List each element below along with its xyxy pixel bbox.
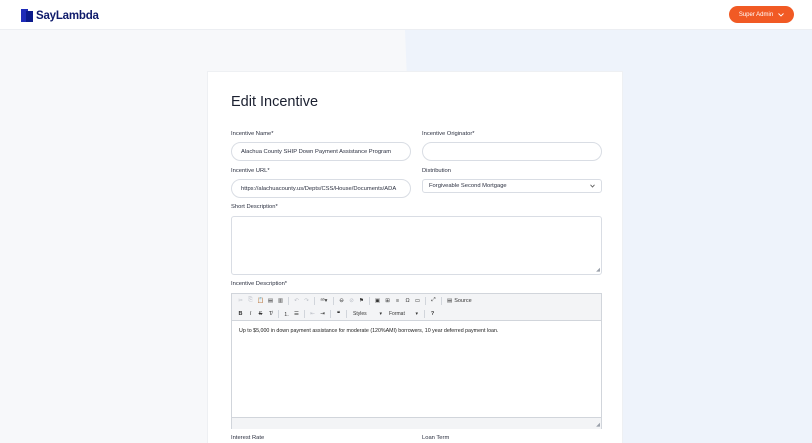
top-navigation-bar: SayLambda Super Admin (0, 0, 812, 30)
maximize-icon[interactable]: ⤢ (429, 296, 438, 305)
bullet-list-icon[interactable]: ☰ (292, 309, 301, 318)
source-label: Source (454, 297, 472, 304)
short-description-textarea[interactable]: ◢ (231, 216, 602, 275)
link-icon[interactable]: ⊖ (337, 296, 346, 305)
redo-icon[interactable]: ↷ (302, 296, 311, 305)
editor-content-area[interactable]: Up to $5,000 in down payment assistance … (232, 321, 601, 417)
toolbar-separator (333, 296, 334, 305)
toolbar-separator (424, 309, 425, 318)
toolbar-separator (330, 309, 331, 318)
toolbar-separator (441, 296, 442, 305)
rich-text-editor: ✂ ⎘ 📋 ▤ ▥ ↶ ↷ ᵃᵇ▾ ⊖ ⊘ ⚑ ▣ ⊞ ≡ Ω ▭ ⤢ ▤ So… (231, 293, 602, 429)
paste-word-icon[interactable]: ▥ (276, 296, 285, 305)
select-arrow-icon (590, 184, 595, 188)
format-dropdown[interactable]: Format ▾ (386, 309, 421, 318)
toolbar-separator (278, 309, 279, 318)
chevron-down-icon (778, 12, 784, 17)
format-label: Format (389, 310, 405, 317)
source-button[interactable]: ▤ Source (447, 298, 472, 304)
super-admin-menu-button[interactable]: Super Admin (729, 6, 794, 23)
incentive-name-label: Incentive Name* (231, 131, 274, 137)
distribution-select[interactable]: Forgiveable Second Mortgage (422, 179, 602, 193)
dropdown-arrow-icon: ▾ (415, 310, 418, 317)
loan-term-label: Loan Term (422, 435, 450, 441)
outdent-icon[interactable]: ⇤ (308, 309, 317, 318)
incentive-name-input[interactable]: Alachua County SHIP Down Payment Assista… (231, 142, 411, 161)
strike-icon[interactable]: S (256, 309, 265, 318)
horizontal-rule-icon[interactable]: ≡ (393, 296, 402, 305)
incentive-url-value: https://alachuacounty.us/Depts/CSS/House… (241, 185, 397, 192)
toolbar-separator (304, 309, 305, 318)
toolbar-separator (346, 309, 347, 318)
description-text: Up to $5,000 in down payment assistance … (239, 328, 499, 334)
edit-incentive-card: Edit Incentive Incentive Name* Alachua C… (207, 71, 623, 443)
image-icon[interactable]: ▣ (373, 296, 382, 305)
toolbar-separator (314, 296, 315, 305)
unlink-icon[interactable]: ⊘ (347, 296, 356, 305)
toolbar-separator (425, 296, 426, 305)
toolbar-separator (288, 296, 289, 305)
distribution-label: Distribution (422, 168, 451, 174)
editor-toolbar: ✂ ⎘ 📋 ▤ ▥ ↶ ↷ ᵃᵇ▾ ⊖ ⊘ ⚑ ▣ ⊞ ≡ Ω ▭ ⤢ ▤ So… (232, 294, 601, 321)
incentive-originator-input[interactable] (422, 142, 602, 161)
source-icon: ▤ (447, 297, 453, 304)
special-char-icon[interactable]: Ω (403, 296, 412, 305)
italic-icon[interactable]: I (246, 309, 255, 318)
short-description-label: Short Description* (231, 204, 278, 210)
incentive-originator-label: Incentive Originator* (422, 131, 475, 137)
paste-text-icon[interactable]: ▤ (266, 296, 275, 305)
table-icon[interactable]: ⊞ (383, 296, 392, 305)
numbered-list-icon[interactable]: ⒈ (282, 309, 291, 318)
blockquote-icon[interactable]: ❝ (334, 309, 343, 318)
iframe-icon[interactable]: ▭ (413, 296, 422, 305)
toolbar-separator (369, 296, 370, 305)
distribution-value: Forgiveable Second Mortgage (429, 183, 507, 189)
interest-rate-label: Interest Rate (231, 435, 265, 441)
styles-label: Styles (353, 310, 367, 317)
saylambda-logo[interactable]: SayLambda (21, 9, 99, 22)
dropdown-arrow-icon: ▾ (379, 310, 382, 317)
toolbar-row-1: ✂ ⎘ 📋 ▤ ▥ ↶ ↷ ᵃᵇ▾ ⊖ ⊘ ⚑ ▣ ⊞ ≡ Ω ▭ ⤢ ▤ So… (232, 294, 601, 307)
incentive-name-value: Alachua County SHIP Down Payment Assista… (241, 148, 392, 155)
spellcheck-icon[interactable]: ᵃᵇ▾ (318, 296, 330, 305)
copy-icon[interactable]: ⎘ (246, 296, 255, 305)
toolbar-row-2: B I S T̸ ⒈ ☰ ⇤ ⇥ ❝ Styles ▾ Format ▾ ? (232, 307, 601, 320)
paste-icon[interactable]: 📋 (256, 296, 265, 305)
editor-footer: ◢ (232, 417, 601, 429)
incentive-description-label: Incentive Description* (231, 281, 288, 287)
logo-text: SayLambda (36, 9, 99, 22)
page-title: Edit Incentive (231, 94, 319, 110)
resize-handle-icon[interactable]: ◢ (596, 268, 600, 273)
help-icon[interactable]: ? (428, 309, 437, 318)
super-admin-label: Super Admin (738, 11, 774, 18)
undo-icon[interactable]: ↶ (292, 296, 301, 305)
anchor-icon[interactable]: ⚑ (357, 296, 366, 305)
resize-handle-icon[interactable]: ◢ (596, 423, 600, 428)
incentive-url-input[interactable]: https://alachuacounty.us/Depts/CSS/House… (231, 179, 411, 198)
styles-dropdown[interactable]: Styles ▾ (350, 309, 385, 318)
bold-icon[interactable]: B (236, 309, 245, 318)
incentive-url-label: Incentive URL* (231, 168, 270, 174)
logo-mark-icon (21, 9, 33, 22)
cut-icon[interactable]: ✂ (236, 296, 245, 305)
indent-icon[interactable]: ⇥ (318, 309, 327, 318)
remove-format-icon[interactable]: T̸ (266, 309, 275, 318)
